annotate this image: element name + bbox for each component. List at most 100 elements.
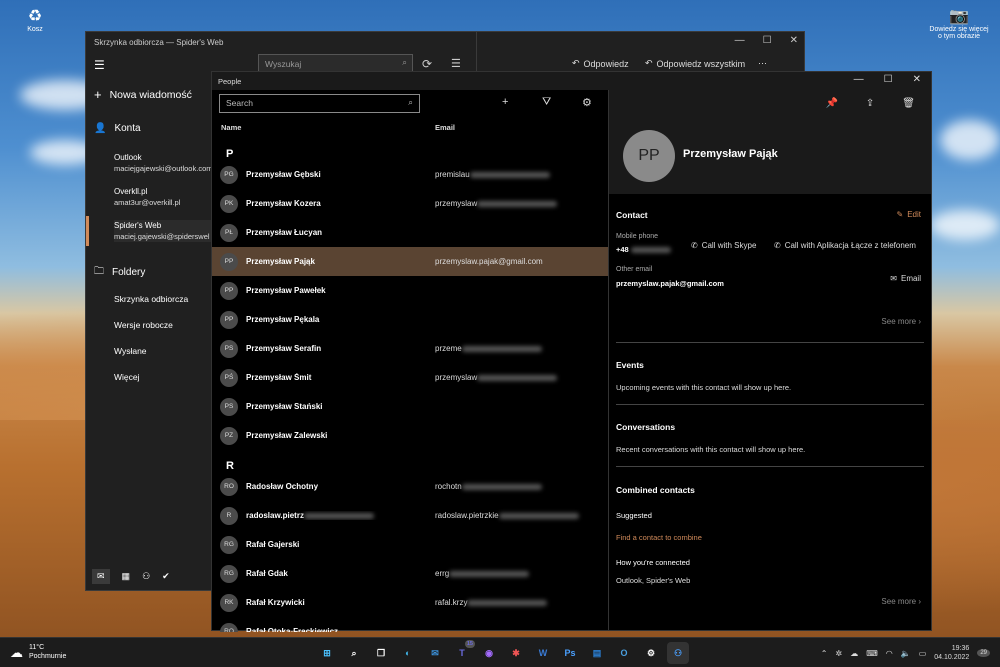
contact-row[interactable]: PP Przemysław Pawełek bbox=[212, 276, 608, 305]
outlook-icon[interactable]: O bbox=[613, 642, 635, 664]
contact-row[interactable]: RG Rafał Gajerski bbox=[212, 530, 608, 559]
notification-count[interactable]: 29 bbox=[977, 649, 990, 657]
chevron-up-icon[interactable]: ⌃ bbox=[821, 649, 828, 658]
contact-row[interactable]: PŁ Przemysław Łucyan bbox=[212, 218, 608, 247]
sync-icon[interactable]: ⟳ bbox=[422, 57, 432, 71]
todo-icon[interactable]: ✔ bbox=[162, 571, 170, 582]
people-app-icon[interactable]: ⚇ bbox=[667, 642, 689, 664]
contact-row[interactable]: RO Rafał Otoka-Frąckiewicz bbox=[212, 617, 608, 632]
bluetooth-icon[interactable]: ✲ bbox=[836, 649, 843, 658]
group-letter[interactable]: R bbox=[212, 450, 608, 472]
share-icon[interactable]: ⇪ bbox=[866, 98, 874, 109]
wifi-icon[interactable]: ◠ bbox=[886, 649, 893, 658]
see-more-link-2[interactable]: See more › bbox=[881, 597, 921, 606]
call-skype-button[interactable]: ✆ Call with Skype bbox=[691, 241, 756, 250]
contact-email: premislau bbox=[435, 170, 550, 179]
maximize-icon[interactable]: ☐ bbox=[884, 74, 893, 85]
more-button[interactable]: ⋯ bbox=[758, 58, 767, 69]
close-icon[interactable]: ✕ bbox=[790, 35, 798, 46]
people-icon[interactable]: ⚇ bbox=[142, 571, 150, 582]
calendar-icon[interactable]: ▦ bbox=[122, 571, 131, 582]
find-combine-link[interactable]: Find a contact to combine bbox=[616, 533, 702, 542]
photoshop-icon[interactable]: Ps bbox=[559, 642, 581, 664]
contact-row[interactable]: RG Rafał Gdak errg bbox=[212, 559, 608, 588]
slack-icon[interactable]: ✱ bbox=[505, 642, 527, 664]
column-name-header[interactable]: Name bbox=[221, 123, 241, 132]
account-overkill[interactable]: Overkll.pl amat3ur@overkill.pl bbox=[114, 186, 180, 208]
see-more-link[interactable]: See more › bbox=[881, 317, 921, 326]
contact-section-title: Contact bbox=[616, 210, 648, 220]
close-icon[interactable]: ✕ bbox=[913, 74, 921, 85]
folder-sent[interactable]: Wysłane bbox=[114, 346, 147, 356]
search-icon[interactable]: ⌕ bbox=[343, 642, 365, 664]
minimize-icon[interactable]: — bbox=[854, 74, 864, 85]
contact-row[interactable]: PŚ Przemysław Śmit przemyslaw bbox=[212, 363, 608, 392]
pin-icon[interactable]: 📌 bbox=[825, 98, 837, 109]
messenger-icon[interactable]: ◉ bbox=[478, 642, 500, 664]
folder-more[interactable]: Więcej bbox=[114, 372, 140, 382]
search-icon[interactable]: ⌕ bbox=[408, 97, 413, 108]
contact-row[interactable]: RK Rafał Krzywicki rafal.krzy bbox=[212, 588, 608, 617]
column-email-header[interactable]: Email bbox=[435, 123, 455, 132]
reply-button[interactable]: ↶ Odpowiedz bbox=[572, 58, 629, 69]
volume-icon[interactable]: 🔈 bbox=[901, 649, 911, 658]
call-phone-button[interactable]: ✆ Call with Aplikacja Łącze z telefonem bbox=[774, 241, 916, 250]
contact-row[interactable]: PK Przemysław Kozera przemyslaw bbox=[212, 189, 608, 218]
language-icon[interactable]: ⌨ bbox=[866, 649, 878, 658]
people-search-input[interactable]: Search ⌕ bbox=[219, 94, 420, 113]
hamburger-icon[interactable]: ☰ bbox=[94, 58, 105, 72]
events-section-title: Events bbox=[616, 360, 644, 370]
edit-button[interactable]: ✎ Edit bbox=[897, 210, 922, 219]
contact-row[interactable]: PS Przemysław Serafin przeme bbox=[212, 334, 608, 363]
clock[interactable]: 19:36 04.10.2022 bbox=[934, 644, 969, 662]
new-message-button[interactable]: + Nowa wiadomość bbox=[94, 87, 192, 102]
email-button[interactable]: ✉ Email bbox=[890, 274, 921, 283]
other-email-value[interactable]: przemyslaw.pajak@gmail.com bbox=[616, 279, 724, 288]
weather-widget[interactable]: ☁ 11°C Pochmurnie bbox=[10, 643, 66, 661]
recycle-bin[interactable]: ♻ Kosz bbox=[18, 6, 52, 33]
trello-icon[interactable]: ▤ bbox=[586, 642, 608, 664]
group-letter[interactable]: P bbox=[212, 138, 608, 160]
settings-icon[interactable]: ⚙ bbox=[582, 96, 592, 109]
battery-icon[interactable]: ▭ bbox=[919, 649, 927, 658]
edge-icon[interactable]: ◐ bbox=[397, 642, 419, 664]
contact-avatar: PP bbox=[220, 252, 238, 271]
people-title: People bbox=[212, 72, 931, 90]
reply-all-button[interactable]: ↶ Odpowiedz wszystkim bbox=[645, 58, 745, 69]
task-view-icon[interactable]: ❐ bbox=[370, 642, 392, 664]
onedrive-icon[interactable]: ☁ bbox=[850, 649, 858, 658]
contact-name-text: radoslaw.pietrz bbox=[246, 511, 304, 520]
teams-icon[interactable]: T 15 bbox=[451, 640, 475, 664]
select-icon[interactable]: ☰ bbox=[451, 57, 461, 70]
mail-app-icon[interactable]: ✉ bbox=[424, 642, 446, 664]
start-icon[interactable]: ⊞ bbox=[316, 642, 338, 664]
add-contact-icon[interactable]: + bbox=[502, 96, 508, 108]
filter-icon[interactable]: ⛛ bbox=[542, 96, 551, 109]
contact-row[interactable]: PP Przemysław Pająk przemyslaw.pajak@gmail… bbox=[212, 247, 608, 276]
contact-email-text: errg bbox=[435, 569, 450, 578]
contact-name: Przemysław Pająk bbox=[683, 148, 778, 160]
contact-row[interactable]: PZ Przemysław Zalewski bbox=[212, 421, 608, 450]
account-outlook[interactable]: Outlook maciejgajewski@outlook.com bbox=[114, 152, 213, 174]
people-search-placeholder: Search bbox=[226, 98, 253, 108]
contact-row[interactable]: PP Przemysław Pękala bbox=[212, 305, 608, 334]
minimize-icon[interactable]: — bbox=[735, 35, 745, 46]
contact-avatar: PŁ bbox=[220, 223, 238, 242]
spotlight-info[interactable]: 📷 Dowiedz się więcej o tym obrazie bbox=[920, 6, 998, 40]
mail-icon[interactable]: ✉ bbox=[92, 568, 110, 584]
folder-inbox[interactable]: Skrzynka odbiorcza bbox=[114, 294, 188, 304]
word-icon[interactable]: W bbox=[532, 642, 554, 664]
contact-row[interactable]: RO Radosław Ochotny rochotn bbox=[212, 472, 608, 501]
contact-row[interactable]: PG Przemysław Gębski premislau bbox=[212, 160, 608, 189]
search-icon[interactable]: ⌕ bbox=[402, 57, 407, 68]
folder-drafts[interactable]: Wersje robocze bbox=[114, 320, 173, 330]
folders-header[interactable]: 🗀 Foldery bbox=[94, 264, 145, 281]
settings-icon[interactable]: ⚙ bbox=[640, 642, 662, 664]
contact-row[interactable]: PS Przemysław Stański bbox=[212, 392, 608, 421]
accounts-header[interactable]: 👤 Konta bbox=[94, 123, 141, 134]
contact-row[interactable]: Rradoslaw.pietrz radoslaw.pietrzkie bbox=[212, 501, 608, 530]
contact-avatar: PP bbox=[220, 310, 238, 329]
contact-name-text: Przemysław Serafin bbox=[246, 344, 322, 353]
delete-icon[interactable]: 🗑 bbox=[902, 98, 915, 109]
maximize-icon[interactable]: ☐ bbox=[763, 35, 772, 46]
